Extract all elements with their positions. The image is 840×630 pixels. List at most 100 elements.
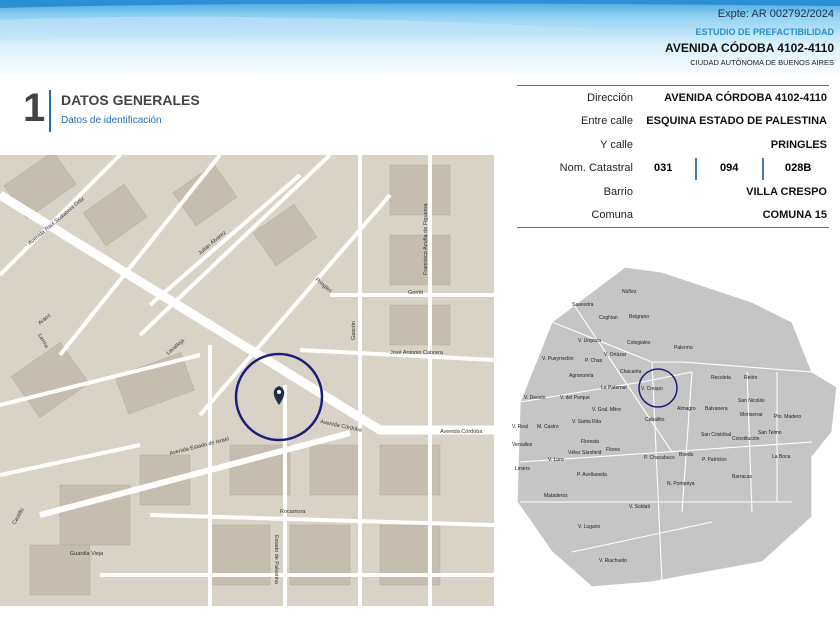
row-barrio: Barrio VILLA CRESPO <box>517 182 829 202</box>
barrio-label: V. Santa Rita <box>572 419 602 425</box>
value: ESQUINA ESTADO DE PALESTINA <box>646 115 827 127</box>
street-label: Lavalleja <box>165 337 186 356</box>
barrio-label: V. Riachuelo <box>599 558 627 564</box>
barrio-label: N. Pompeya <box>667 481 695 487</box>
barrio-label: P. Chas <box>585 358 603 364</box>
barrio-label: V. Lugano <box>578 524 601 530</box>
manzana: 094 <box>720 162 739 174</box>
barrio-label: Recoleta <box>711 375 731 381</box>
header-city: CIUDAD AUTÓNOMA DE BUENOS AIRES <box>690 58 834 67</box>
separator <box>762 158 764 180</box>
label: Comuna <box>591 209 633 221</box>
street-label: Rocamora <box>280 509 306 515</box>
barrio-label: Retiro <box>744 375 758 381</box>
info-table: Dirección AVENIDA CÓRDOBA 4102-4110 Entre… <box>517 85 829 228</box>
seccion: 031 <box>654 162 673 174</box>
separator <box>695 158 697 180</box>
barrio-label: V. Pueyrredón <box>542 356 574 362</box>
street-label: José Antonio Cabrera <box>390 350 444 356</box>
value: VILLA CRESPO <box>746 186 827 198</box>
study-title: ESTUDIO DE PREFACTIBILIDAD <box>695 27 834 37</box>
section-divider <box>49 90 51 132</box>
label: Dirección <box>587 92 633 104</box>
label: Entre calle <box>581 115 633 127</box>
value: AVENIDA CÓRDOBA 4102-4110 <box>664 92 827 104</box>
barrio-label: Saavedra <box>572 302 594 308</box>
barrio-label: San Nicolás <box>738 398 765 404</box>
barrio-label: San Cristóbal <box>701 432 732 438</box>
street-label: Estado de Palestina <box>273 535 279 585</box>
barrio-label: P. Patricios <box>702 457 727 463</box>
barrio-label: Balvanera <box>705 406 728 412</box>
barrio-label: V. Crespo <box>641 386 663 392</box>
barrio-label: La Boca <box>772 454 791 460</box>
row-catastral: Nom. Catastral 031 094 028B <box>517 158 829 180</box>
barrio-label: Liniers <box>515 466 530 472</box>
barrio-label: V. Luro <box>548 457 564 463</box>
value: COMUNA 15 <box>762 209 827 221</box>
barrio-label: Monserrat <box>740 412 763 418</box>
barrio-label: Barracas <box>732 474 753 480</box>
section-title: DATOS GENERALES <box>61 92 200 108</box>
barrio-label: V. Ortúzar <box>604 352 627 358</box>
label: Barrio <box>603 186 633 198</box>
street-label: Avenida Estado de Israel <box>169 436 230 457</box>
barrio-label: Palermo <box>674 345 693 351</box>
row-direccion: Dirección AVENIDA CÓRDOBA 4102-4110 <box>517 88 829 108</box>
barrio-label: Núñez <box>622 289 637 295</box>
barrio-label: M. Castro <box>537 424 559 430</box>
street-label: Castillo <box>12 507 26 526</box>
section-number: 1 <box>23 86 46 130</box>
barrio-label: Floresta <box>581 439 600 445</box>
expediente-number: Expte: AR 002792/2024 <box>717 8 834 20</box>
barrio-label: Chacarita <box>620 369 642 375</box>
street-label: Guardia Vieja <box>70 551 104 557</box>
barrio-label: Versalles <box>512 442 533 448</box>
barrio-label: V. Devoto <box>524 395 546 401</box>
street-label: Gascón <box>351 321 357 340</box>
barrio-label: Mataderos <box>544 493 568 499</box>
street-map-canvas: Avenida Córdoba Avenida Estado de Israel… <box>0 155 494 606</box>
row-y-calle: Y calle PRINGLES <box>517 135 829 155</box>
street-map[interactable]: Avenida Córdoba Avenida Estado de Israel… <box>0 155 494 606</box>
barrio-label: Flores <box>606 447 620 453</box>
header-address: AVENIDA CÓDOBA 4102-4110 <box>665 41 834 55</box>
barrio-label: Almagro <box>677 406 696 412</box>
barrio-label: Caballito <box>645 417 665 423</box>
street-label: Avenida Córdoba <box>320 419 364 434</box>
section-subtitle: Datos de identificación <box>61 115 162 126</box>
row-entre-calle: Entre calle ESQUINA ESTADO DE PALESTINA <box>517 111 829 131</box>
label: Y calle <box>600 139 633 151</box>
barrio-label: V. Real <box>512 424 528 430</box>
street-label: Lerma <box>36 333 49 350</box>
barrio-label: Constitución <box>732 436 760 442</box>
barrio-label: Belgrano <box>629 314 650 320</box>
barrio-label: V. del Parque <box>560 395 590 401</box>
row-comuna: Comuna COMUNA 15 <box>517 205 829 225</box>
barrio-label: V. Gral. Mitre <box>592 407 621 413</box>
street-label: Francisco Acuña de Figueroa <box>423 203 429 275</box>
value: PRINGLES <box>770 139 827 151</box>
barrio-label: Vélez Sársfield <box>568 450 602 456</box>
barrio-label: Colegiales <box>627 340 651 346</box>
label: Nom. Catastral <box>559 162 633 174</box>
barrios-outline <box>516 266 838 588</box>
barrios-map: Núñez Saavedra Coghlan Belgrano V. Urquiza Co… <box>512 262 840 588</box>
barrio-label: V. Soldati <box>629 504 650 510</box>
barrio-label: La Paternal <box>601 385 627 391</box>
barrio-label: Boedo <box>679 452 694 458</box>
barrio-label: Agronomía <box>569 373 594 379</box>
street-label: Pringles <box>314 277 333 295</box>
street-label: Gorriti <box>408 290 423 296</box>
banner-swoosh <box>0 0 840 40</box>
barrio-label: P. Chacabuco <box>644 455 675 461</box>
barrio-label: Pto. Madero <box>774 414 802 420</box>
barrio-label: Coghlan <box>599 315 618 321</box>
street-label: Aráoz <box>37 313 52 327</box>
parcela: 028B <box>785 162 812 174</box>
barrio-label: V. Urquiza <box>578 338 601 344</box>
barrio-label: P. Avellaneda <box>577 472 607 478</box>
street-label: Avenida Córdoba <box>440 429 483 435</box>
location-pin-icon <box>273 386 285 405</box>
header-banner <box>0 0 840 80</box>
